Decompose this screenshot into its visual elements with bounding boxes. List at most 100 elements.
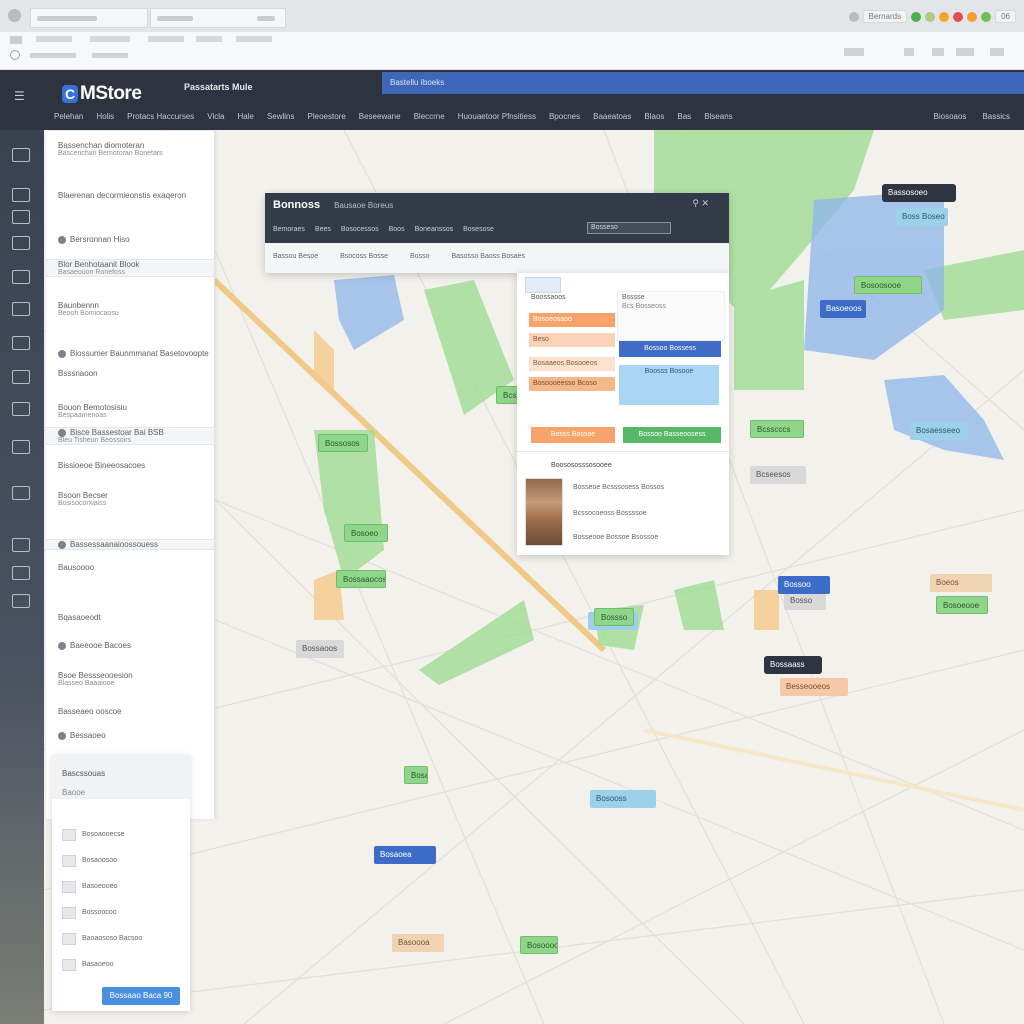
header-right-item-0[interactable]: Biosoaos <box>934 112 967 121</box>
nav-item-9[interactable]: Huouaetoor Pfnsitiess <box>458 112 536 121</box>
map-marker-label[interactable]: Bassosoeo <box>882 184 956 202</box>
nav-item-10[interactable]: Bpocnes <box>549 112 580 121</box>
toolbar-item-1[interactable] <box>36 36 72 42</box>
modal-tab-5[interactable]: Bosesose <box>463 226 494 233</box>
browser-tab-2[interactable] <box>150 8 286 28</box>
map-marker-label[interactable]: Bossoo <box>778 576 830 594</box>
result-item[interactable]: Bassessaanaioossouess <box>46 539 214 550</box>
rail-icon-12[interactable] <box>12 566 30 580</box>
app-logo[interactable]: C MStore <box>62 83 142 105</box>
rail-icon-4[interactable] <box>12 270 30 284</box>
result-item[interactable]: Bassenchan diomoteran Bascenchan Bemotora… <box>46 141 214 157</box>
map-marker-label[interactable]: Bossaoos <box>296 640 344 658</box>
map-marker-label[interactable]: Bosooss <box>590 790 656 808</box>
result-item[interactable]: Bsssnaoon <box>46 369 214 378</box>
alert-icon[interactable] <box>953 11 964 22</box>
nav-item-4[interactable]: Hale <box>237 112 253 121</box>
map-marker-label[interactable]: Bossosos <box>318 434 368 452</box>
bottom-card-line[interactable]: Basoeooeo <box>82 883 117 890</box>
nav-item-3[interactable]: Vicla <box>207 112 224 121</box>
rail-icon-11[interactable] <box>12 538 30 552</box>
result-item[interactable]: Bouon Bemotosisiu Bespaamenoas <box>46 403 214 419</box>
rail-icon-10[interactable] <box>12 486 30 500</box>
url-segment-1[interactable] <box>30 53 76 58</box>
result-item[interactable]: Basseaeo ooscoe <box>46 707 214 716</box>
modal-tab-0[interactable]: Bemoraes <box>273 226 305 233</box>
nav-item-2[interactable]: Protacs Haccurses <box>127 112 194 121</box>
result-item[interactable]: Bessaoeo <box>46 731 214 740</box>
detail-tag-orange[interactable]: Bosoeosaoo <box>529 313 615 327</box>
modal-tab-2[interactable]: Bosocessos <box>341 226 379 233</box>
map-marker-label[interactable]: Basoeoos <box>820 300 866 318</box>
nav-item-0[interactable]: Pelehan <box>54 112 83 121</box>
toolbar-icon-c[interactable] <box>932 48 944 56</box>
bottom-card-line[interactable]: Bosaoosoo <box>82 857 117 864</box>
modal-tab-1[interactable]: Bees <box>315 226 331 233</box>
nav-item-7[interactable]: Beseewane <box>359 112 401 121</box>
nav-item-12[interactable]: Blaos <box>644 112 664 121</box>
modal-tab-4[interactable]: Boneanssos <box>415 226 454 233</box>
rail-icon-3[interactable] <box>12 236 30 250</box>
warning-icon[interactable] <box>967 11 978 22</box>
header-right-item-1[interactable]: Bassics <box>982 112 1010 121</box>
detail-tag-light[interactable]: Bosaaeos Bosooeos <box>529 357 615 371</box>
map-marker-label[interactable]: Boss Boseo <box>896 208 948 226</box>
bottom-card-line[interactable]: Bossoocoo <box>82 909 117 916</box>
url-segment-2[interactable] <box>92 53 128 58</box>
nav-item-11[interactable]: Baaeatoas <box>593 112 631 121</box>
header-search-bar[interactable]: Bastellu Iboeks <box>382 72 1024 94</box>
map-marker-label[interactable]: Besseooeos <box>780 678 848 696</box>
modal-subnav-1[interactable]: Bsocoss Bosse <box>340 253 388 263</box>
toolbar-item-2[interactable] <box>90 36 130 42</box>
back-icon[interactable] <box>10 36 22 44</box>
result-item[interactable]: Bqasaoeodt <box>46 613 214 622</box>
detail-blue-button[interactable]: Bossoo Bossess <box>619 341 721 357</box>
toolbar-item-3[interactable] <box>148 36 184 42</box>
nav-item-6[interactable]: Pleoestore <box>308 112 346 121</box>
map-marker-label[interactable]: Bosaoo <box>404 766 428 784</box>
pin-icon[interactable]: ⚲ <box>692 198 699 208</box>
result-item[interactable]: Bersronnan Hiso <box>46 235 214 244</box>
modal-input[interactable]: Bosseso <box>587 222 671 234</box>
bottom-card-line[interactable]: Baoaososo Bacsoo <box>82 935 142 942</box>
rail-icon-6[interactable] <box>12 336 30 350</box>
rail-icon-0[interactable] <box>12 148 30 162</box>
map-marker-label[interactable]: Bosso <box>784 592 826 610</box>
profile-pill[interactable]: Bernards <box>862 10 908 23</box>
modal-tab-3[interactable]: Boos <box>389 226 405 233</box>
modal-subnav-3[interactable]: Basosso Baoss Bosaes <box>451 253 525 263</box>
rail-icon-7[interactable] <box>12 370 30 384</box>
map-marker-label[interactable]: Bossaaocosse <box>336 570 386 588</box>
settings-icon[interactable] <box>848 11 859 22</box>
detail-tag-4[interactable]: Bosoooeesso Bcoso <box>529 377 615 391</box>
bottom-card-button[interactable]: Bossaao Baca 90 <box>102 987 180 1005</box>
nav-item-14[interactable]: Blseans <box>704 112 732 121</box>
rail-icon-8[interactable] <box>12 402 30 416</box>
bottom-card-line[interactable]: Bosoaooecse <box>82 831 124 838</box>
result-item[interactable]: Baeeooe Bacoes <box>46 641 214 650</box>
map-marker-label[interactable]: Bossso <box>594 608 634 626</box>
result-item[interactable]: Bausoooo <box>46 563 214 572</box>
bottom-card-line[interactable]: Basaoeoo <box>82 961 114 968</box>
toolbar-icon-b[interactable] <box>904 48 914 56</box>
map-marker-label[interactable]: Bcseesos <box>750 466 806 484</box>
toolbar-icon-a[interactable] <box>844 48 864 56</box>
detail-tag-peach[interactable]: Beso <box>529 333 615 347</box>
security-icon[interactable] <box>10 50 20 60</box>
extension-icon[interactable] <box>925 11 936 22</box>
rail-icon-13[interactable] <box>12 594 30 608</box>
result-item[interactable]: Blaerenan decormieonstis exaqeron <box>46 191 214 200</box>
detail-light-button[interactable]: Boosss Bosooe <box>619 365 719 405</box>
rail-icon-2[interactable] <box>12 210 30 224</box>
toolbar-icon-d[interactable] <box>956 48 974 56</box>
map-marker-label[interactable]: Bosaesseeo <box>910 422 968 440</box>
map-marker-label[interactable]: Bosoosooe <box>854 276 922 294</box>
map-marker-label[interactable]: Bosoeooe <box>936 596 988 614</box>
browser-menu-icon[interactable] <box>8 9 21 22</box>
rail-icon-5[interactable] <box>12 302 30 316</box>
browser-tab-1[interactable] <box>30 8 148 28</box>
modal-subnav-2[interactable]: Bosso <box>410 253 429 263</box>
result-item[interactable]: Baunbennn Beooh Bomiocaosu <box>46 301 214 317</box>
result-item[interactable]: Bsoon Becser Busisocorxiaiss <box>46 491 214 507</box>
nav-item-13[interactable]: Bas <box>677 112 691 121</box>
